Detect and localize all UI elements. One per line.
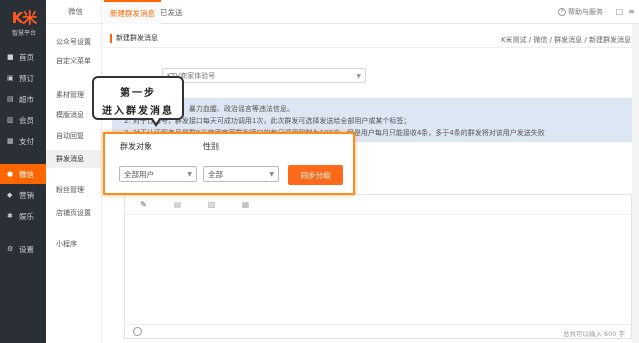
char-counter: 总共可以输入 600 字 <box>562 330 625 338</box>
breadcrumb[interactable]: K米测试 / 微信 / 群发消息 / 新建群发消息 <box>501 35 631 45</box>
nav-label: 超市 <box>19 94 34 104</box>
sub-item-auto-reply[interactable]: 自动回复 <box>46 127 102 145</box>
member-icon: ▥ <box>7 116 14 124</box>
account-select[interactable]: KTV商家体验号 ▼ <box>162 68 366 83</box>
target-select[interactable]: 全部用户 ▼ <box>119 166 197 182</box>
tab-new-mass-message[interactable]: 新建群发消息 <box>104 0 161 24</box>
nav-label: 娱乐 <box>19 211 34 221</box>
message-editor[interactable]: ✎ ▤ ▨ ▦ 总共可以输入 600 字 <box>124 194 632 339</box>
callout-tail-inner <box>152 117 160 123</box>
page-scrollbar[interactable] <box>632 24 639 343</box>
nav-item-marketing[interactable]: ◆ 营销 <box>0 185 46 205</box>
booking-icon: ▣ <box>7 74 14 82</box>
chevron-down-icon: ▼ <box>187 171 192 178</box>
editor-footer: 总共可以输入 600 字 <box>125 324 631 338</box>
emoji-icon[interactable] <box>133 327 142 336</box>
sub-item-store-page[interactable]: 店铺页设置 <box>46 204 102 222</box>
nav-label: 支付 <box>19 136 34 146</box>
pay-icon: ▦ <box>7 137 14 145</box>
sub-item-mass-message[interactable]: 群发消息 <box>46 150 102 168</box>
help-icon: ? <box>558 8 566 16</box>
settings-icon: ⚙ <box>7 245 14 253</box>
nav-label: 预订 <box>19 73 34 83</box>
menu-icon[interactable]: ≡ <box>627 7 636 16</box>
nav-item-home[interactable]: ■ 首页 <box>0 47 46 67</box>
text-edit-icon[interactable]: ✎ <box>139 201 148 209</box>
home-icon: ■ <box>7 53 14 61</box>
market-icon: ▤ <box>7 95 14 103</box>
nav-item-member[interactable]: ▥ 会员 <box>0 110 46 130</box>
entertainment-icon: ✱ <box>7 212 13 220</box>
image-icon[interactable]: ▨ <box>207 201 216 209</box>
marketing-icon: ◆ <box>7 191 13 199</box>
sub-nav: 微信 公众号设置 自定义菜单 素材管理 模版消息 自动回复 群发消息 粉丝管理 … <box>46 0 102 343</box>
sync-group-button[interactable]: 同步分组 <box>288 165 343 185</box>
chevron-down-icon: ▼ <box>269 171 274 178</box>
sub-item-fans[interactable]: 粉丝管理 <box>46 181 102 199</box>
target-select-value: 全部用户 <box>124 169 154 179</box>
top-tab-bar: 新建群发消息 已发送 ? 帮助与服务 □ ≡ <box>102 0 639 24</box>
sub-item-account-settings[interactable]: 公众号设置 <box>46 33 102 51</box>
nav-label: 首页 <box>19 52 34 62</box>
nav-item-market[interactable]: ▤ 超市 <box>0 89 46 109</box>
logo-subtitle: 智慧平台 <box>11 30 36 37</box>
page-title: 新建群发消息 <box>110 34 158 43</box>
chevron-down-icon: ▼ <box>356 73 361 80</box>
gender-select-value: 全部 <box>208 169 223 179</box>
nav-item-wechat[interactable]: ● 微信 <box>0 164 46 184</box>
logo-mark: K米 <box>11 9 38 27</box>
gender-select[interactable]: 全部 ▼ <box>203 166 279 182</box>
callout-line-1: 第一步 <box>120 88 156 99</box>
sub-nav-head[interactable]: 微信 <box>46 0 102 24</box>
nav-label: 营销 <box>19 190 34 200</box>
nav-label: 微信 <box>19 169 34 179</box>
step-callout: 第一步 进入群发消息 <box>92 76 184 127</box>
editor-toolbar: ✎ ▤ ▨ ▦ <box>125 195 631 215</box>
sub-item-mini-program[interactable]: 小程序 <box>46 235 102 253</box>
nav-label: 会员 <box>19 115 34 125</box>
left-nav: K米 智慧平台 ■ 首页 ▣ 预订 ▤ 超市 ▥ 会员 ▦ 支付 ● 微信 ◆ 营销 ✱ 娱乐 … <box>0 0 46 343</box>
chat-icon[interactable]: □ <box>615 7 624 16</box>
group-filter-panel: 群发对象 性别 全部用户 ▼ 全部 ▼ 同步分组 <box>103 132 355 195</box>
sub-item-custom-menu[interactable]: 自定义菜单 <box>46 52 102 70</box>
nav-item-booking[interactable]: ▣ 预订 <box>0 68 46 88</box>
tab-sent[interactable]: 已发送 <box>160 0 183 24</box>
nav-item-entertainment[interactable]: ✱ 娱乐 <box>0 206 46 226</box>
wechat-icon: ● <box>7 170 14 178</box>
nav-item-settings[interactable]: ⚙ 设置 <box>0 239 46 259</box>
video-icon[interactable]: ▦ <box>241 201 250 209</box>
target-label: 群发对象 <box>120 142 152 151</box>
image-text-icon[interactable]: ▤ <box>173 201 182 209</box>
nav-label: 设置 <box>19 244 34 254</box>
logo: K米 智慧平台 <box>6 10 42 37</box>
help-label: 帮助与服务 <box>568 8 603 16</box>
gender-label: 性别 <box>203 142 219 151</box>
breadcrumb-row: 新建群发消息 K米测试 / 微信 / 群发消息 / 新建群发消息 <box>102 30 639 48</box>
nav-item-pay[interactable]: ▦ 支付 <box>0 131 46 151</box>
callout-line-2: 进入群发消息 <box>102 106 174 117</box>
help-link[interactable]: ? 帮助与服务 <box>558 7 603 17</box>
